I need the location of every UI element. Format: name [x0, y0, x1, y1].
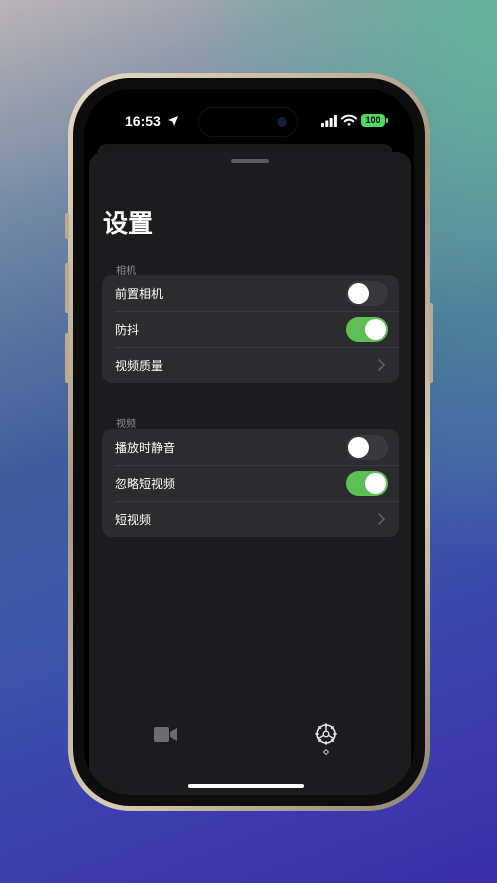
video-camera-icon[interactable] — [154, 726, 178, 743]
toggle-knob — [365, 319, 386, 340]
setting-row-stabilization[interactable]: 防抖 — [102, 311, 399, 347]
battery-cap — [386, 118, 388, 123]
page-title: 设置 — [103, 209, 154, 238]
setting-row-mute-on-play[interactable]: 播放时静音 — [102, 429, 399, 465]
ignore-short-videos-toggle[interactable] — [346, 471, 388, 496]
chevron-right-icon — [378, 359, 385, 371]
status-time: 16:53 — [125, 113, 161, 129]
chevron-right-icon — [378, 513, 385, 525]
toggle-knob — [348, 283, 369, 304]
tab-bar — [84, 711, 414, 771]
location-arrow-icon — [168, 116, 178, 126]
selected-tab-indicator-icon — [323, 749, 329, 755]
toggle-knob — [348, 437, 369, 458]
setting-row-front-camera[interactable]: 前置相机 — [102, 275, 399, 311]
side-button — [429, 303, 433, 383]
wifi-icon — [341, 114, 357, 126]
settings-sheet: 设置 相机 前置相机 防抖 视频质量 视频 播放时静音 忽略短视频 短视频 — [89, 152, 411, 795]
battery-icon: 100 — [361, 114, 385, 127]
front-camera-lens — [277, 117, 287, 127]
setting-label: 短视频 — [115, 512, 152, 527]
setting-label: 播放时静音 — [115, 440, 176, 455]
setting-row-video-quality[interactable]: 视频质量 — [102, 347, 399, 383]
section-header-video: 视频 — [116, 419, 136, 430]
screen: 16:53 100 设置 相机 前置相机 防抖 视频质量 视频 播放时静音 忽略… — [84, 89, 414, 795]
setting-label: 忽略短视频 — [115, 476, 176, 491]
setting-label: 视频质量 — [115, 358, 164, 373]
stabilization-toggle[interactable] — [346, 317, 388, 342]
settings-group-video: 播放时静音 忽略短视频 短视频 — [102, 429, 399, 537]
cellular-signal-icon — [321, 115, 337, 127]
battery-level: 100 — [365, 115, 381, 125]
front-camera-toggle[interactable] — [346, 281, 388, 306]
setting-label: 前置相机 — [115, 286, 164, 301]
mute-on-play-toggle[interactable] — [346, 435, 388, 460]
setting-row-short-videos[interactable]: 短视频 — [102, 501, 399, 537]
gear-icon[interactable] — [315, 723, 337, 745]
status-bar: 16:53 100 — [84, 89, 414, 143]
dynamic-island — [198, 107, 298, 137]
toggle-knob — [365, 473, 386, 494]
phone-bezel: 16:53 100 设置 相机 前置相机 防抖 视频质量 视频 播放时静音 忽略… — [73, 78, 425, 806]
home-indicator[interactable] — [188, 784, 304, 788]
settings-group-camera: 前置相机 防抖 视频质量 — [102, 275, 399, 383]
phone-frame: 16:53 100 设置 相机 前置相机 防抖 视频质量 视频 播放时静音 忽略… — [65, 73, 433, 811]
volume-down-button — [65, 333, 69, 383]
action-button — [65, 213, 69, 239]
volume-up-button — [65, 263, 69, 313]
sheet-grabber[interactable] — [231, 159, 269, 163]
setting-label: 防抖 — [115, 322, 140, 337]
setting-row-ignore-short-videos[interactable]: 忽略短视频 — [102, 465, 399, 501]
